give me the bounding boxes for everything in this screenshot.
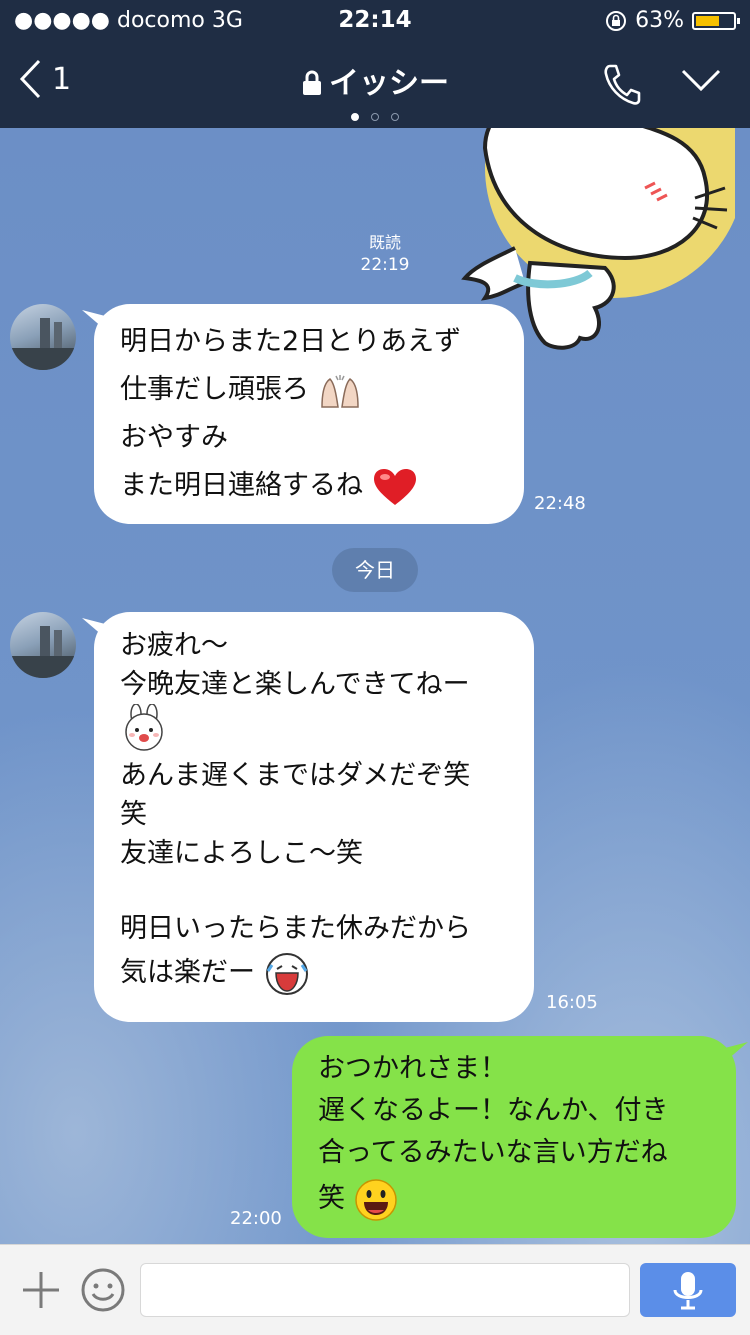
message-line: 笑 — [120, 799, 147, 830]
lock-icon — [303, 70, 321, 95]
message-time: 22:48 — [534, 493, 586, 514]
message-line: 合ってるみたいな言い方だね — [318, 1137, 668, 1168]
chevron-down-icon[interactable] — [680, 68, 722, 94]
emoji-button-icon[interactable] — [80, 1267, 126, 1313]
page-dot — [371, 113, 379, 121]
message-time: 22:00 — [230, 1208, 282, 1229]
bunny-face-icon — [125, 704, 163, 751]
status-bar: ●●●●● docomo 3G 22:14 63% — [0, 0, 750, 40]
read-label: 既読 — [368, 233, 401, 252]
message-line: 今晩友達と楽しんできてねー — [120, 669, 470, 700]
voice-button[interactable] — [640, 1263, 736, 1317]
page-dot — [351, 113, 359, 121]
message-time: 16:05 — [546, 992, 598, 1013]
plus-icon[interactable] — [20, 1269, 62, 1311]
message-line: 笑 — [318, 1183, 345, 1214]
laughing-face-icon — [265, 952, 308, 995]
battery-icon — [692, 11, 740, 30]
my-message-bubble[interactable]: おつかれさま！ 遅くなるよー！なんか、付き 合ってるみたいな言い方だね 笑 — [292, 1036, 736, 1238]
page-indicator — [0, 106, 750, 125]
battery-percent: 63% — [635, 8, 684, 33]
smiley-icon — [354, 1178, 397, 1221]
date-divider: 今日 — [332, 548, 418, 592]
message-line: 気は楽だー — [120, 957, 255, 988]
message-line: 仕事だし頑張ろ — [120, 374, 309, 405]
read-time: 22:19 — [360, 255, 410, 275]
message-line: また明日連絡するね — [120, 470, 363, 501]
phone-icon[interactable] — [602, 62, 642, 106]
message-line: おつかれさま！ — [318, 1053, 507, 1084]
message-line: 友達によろしこ〜笑 — [120, 838, 363, 869]
chat-name: イッシー — [329, 66, 449, 101]
message-line: あんま遅くまではダメだぞ笑 — [120, 760, 471, 791]
chat-header: 1 イッシー — [0, 40, 750, 128]
rotation-lock-icon — [606, 10, 627, 31]
avatar-photo — [10, 318, 76, 370]
avatar[interactable] — [10, 304, 76, 370]
raised-hands-icon — [320, 374, 359, 408]
message-bubble[interactable]: 明日からまた2日とりあえず 仕事だし頑張ろ おやすみ また明日連絡するね — [94, 304, 524, 524]
message-line: 明日いったらまた休みだから — [120, 913, 471, 944]
message-line: 明日からまた2日とりあえず — [120, 326, 462, 357]
page-dot — [391, 113, 399, 121]
message-bubble[interactable]: お疲れ〜 今晩友達と楽しんできてねー あんま遅くまではダメだぞ笑 笑 友達によろ… — [94, 612, 534, 1022]
chat-timeline[interactable]: 既読 22:19 明日からまた2日とりあえず 仕事だし頑張ろ おやすみ また明日… — [0, 128, 750, 1244]
avatar[interactable] — [10, 612, 76, 678]
avatar-photo — [10, 626, 76, 678]
message-line: 遅くなるよー！なんか、付き — [318, 1095, 669, 1126]
message-line: おやすみ — [120, 422, 228, 453]
message-input[interactable] — [140, 1263, 630, 1317]
read-receipt: 既読 22:19 — [330, 232, 440, 276]
input-bar — [0, 1244, 750, 1335]
message-line: お疲れ〜 — [120, 630, 228, 661]
microphone-icon — [673, 1272, 703, 1310]
heart-icon — [373, 468, 416, 505]
